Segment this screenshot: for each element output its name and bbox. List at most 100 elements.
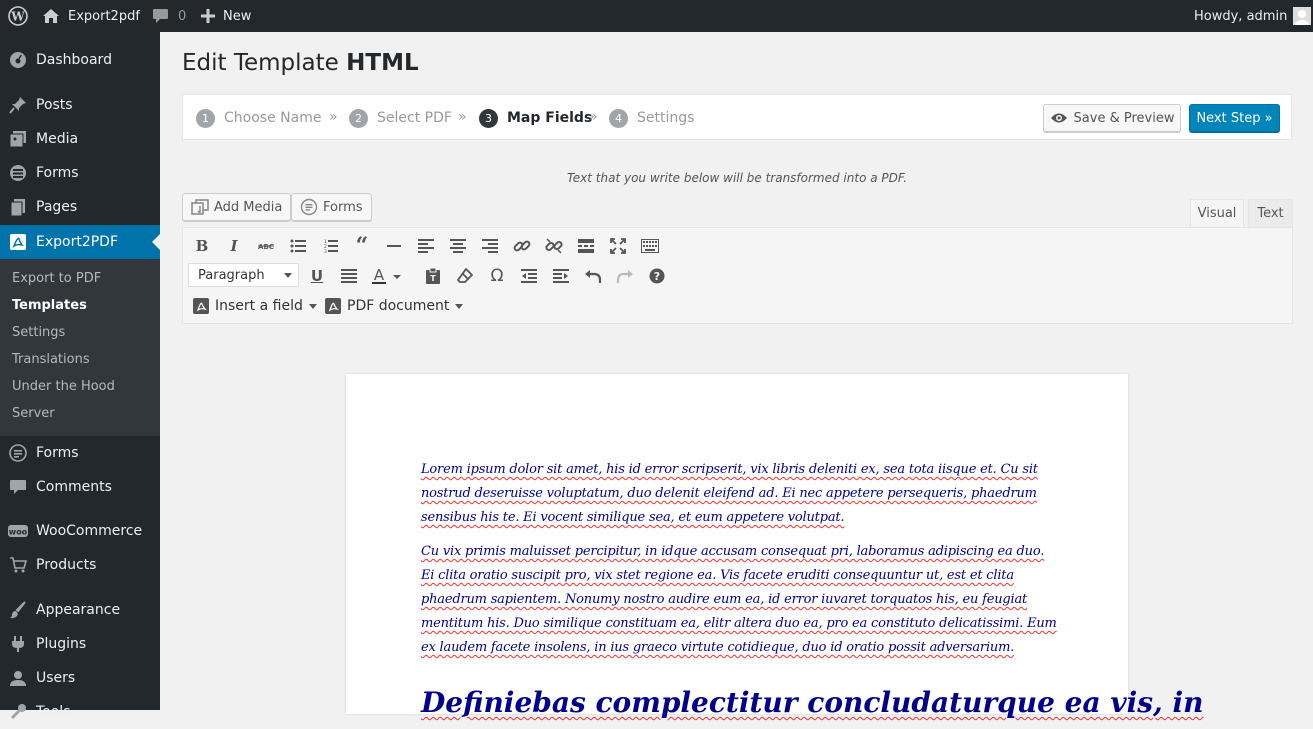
align-right-icon[interactable] [478,234,502,258]
step-label: Settings [637,110,695,126]
strikethrough-icon[interactable]: ABC [254,234,278,258]
brush-icon [0,601,36,619]
menu-tools[interactable]: Tools [0,695,160,729]
add-media-label: Add Media [214,199,283,215]
forms-icon [300,198,318,216]
menu-woocommerce[interactable]: woo WooCommerce [0,514,160,548]
paragraph[interactable]: Lorem ipsum dolor sit amet, his id error… [421,458,1061,530]
menu-label: Products [36,557,97,573]
wordpress-logo-icon[interactable]: W [8,0,28,32]
underline-icon[interactable]: U [305,264,329,288]
step-map-fields[interactable]: 3 Map Fields [479,95,592,141]
save-preview-label: Save & Preview [1073,110,1175,126]
svg-text:A: A [374,267,385,284]
italic-icon[interactable]: I [222,234,246,258]
menu-plugins[interactable]: Plugins [0,627,160,661]
submenu-under-the-hood[interactable]: Under the Hood [12,379,115,394]
justify-icon[interactable] [337,264,361,288]
menu-users[interactable]: Users [0,661,160,695]
menu-appearance[interactable]: Appearance [0,593,160,627]
unlink-icon[interactable] [542,234,566,258]
editor-toolbar: B I ABC 123 “ Paragraph U A T Ω ? Insert… [182,227,1293,324]
bold-icon[interactable]: B [190,234,214,258]
align-center-icon[interactable] [446,234,470,258]
submenu-translations[interactable]: Translations [12,352,90,367]
paste-text-icon[interactable]: T [421,264,445,288]
insert-field-dropdown[interactable]: Insert a field [193,294,317,318]
menu-label: Forms [36,445,79,461]
menu-label: Forms [36,165,79,181]
special-character-icon[interactable]: Ω [485,264,509,288]
plus-icon [201,9,215,23]
title-strong: HTML [346,50,419,76]
comment-icon [152,8,169,24]
read-more-icon[interactable] [574,234,598,258]
save-preview-button[interactable]: Save & Preview [1043,104,1181,132]
menu-label: Dashboard [36,52,112,68]
submenu-server[interactable]: Server [12,406,55,421]
indent-icon[interactable] [549,264,573,288]
redo-icon[interactable] [613,264,637,288]
pdf-icon [0,233,36,251]
submenu-templates[interactable]: Templates [12,298,87,313]
horizontal-line-icon[interactable] [382,234,406,258]
chevron-down-icon [455,303,464,309]
pdf-page[interactable]: Lorem ipsum dolor sit amet, his id error… [346,374,1204,719]
menu-pages[interactable]: Pages [0,190,160,224]
format-select[interactable]: Paragraph [188,263,299,287]
step-select-pdf[interactable]: 2 Select PDF [349,95,452,141]
link-icon[interactable] [510,234,534,258]
step-settings[interactable]: 4 Settings [609,95,694,141]
add-media-button[interactable]: Add Media [182,193,292,221]
new-content-link[interactable]: New [201,0,251,32]
help-icon[interactable]: ? [645,264,669,288]
step-number: 2 [349,108,368,128]
toolbar-toggle-icon[interactable] [638,234,662,258]
site-name-link[interactable]: Export2pdf [42,0,140,32]
outdent-icon[interactable] [517,264,541,288]
comments-link[interactable]: 0 [152,0,186,32]
menu-forms-plugin[interactable]: Forms [0,436,160,470]
svg-text:T: T [430,274,436,283]
menu-export2pdf[interactable]: Export2PDF [0,225,160,259]
clear-formatting-icon[interactable] [453,264,477,288]
undo-icon[interactable] [581,264,605,288]
chevron-down-icon [284,273,292,278]
submenu-export-to-pdf[interactable]: Export to PDF [12,271,101,286]
menu-posts[interactable]: Posts [0,88,160,122]
paragraph[interactable]: Cu vix primis maluisset percipitur, in i… [421,540,1061,660]
admin-bar: W Export2pdf 0 New Howdy, admin [0,0,1313,32]
menu-forms[interactable]: Forms [0,156,160,190]
next-step-button[interactable]: Next Step » [1189,104,1280,132]
menu-products[interactable]: Products [0,548,160,582]
database-icon [0,164,36,182]
step-label: Select PDF [377,110,452,126]
bullet-list-icon[interactable] [286,234,310,258]
menu-label: Pages [36,199,78,215]
menu-dashboard[interactable]: Dashboard [0,43,160,77]
content-heading[interactable]: Definiebas complectitur concludaturque e… [421,686,1204,719]
page-title: Edit Template HTML [182,50,419,76]
menu-comments[interactable]: Comments [0,470,160,504]
tab-text[interactable]: Text [1248,199,1293,227]
tab-visual[interactable]: Visual [1190,199,1244,227]
numbered-list-icon[interactable]: 123 [318,234,342,258]
fullscreen-icon[interactable] [606,234,630,258]
align-left-icon[interactable] [414,234,438,258]
menu-label: Tools [36,704,71,720]
menu-label: Comments [36,479,112,495]
woo-icon: woo [0,524,36,538]
text-color-icon[interactable]: A [369,264,409,288]
step-separator: » [589,109,598,125]
pdf-document-dropdown[interactable]: PDF document [325,294,464,318]
forms-button[interactable]: Forms [291,193,372,221]
step-number: 4 [609,108,628,128]
menu-media[interactable]: Media [0,122,160,156]
submenu-settings[interactable]: Settings [12,325,65,340]
step-choose-name[interactable]: 1 Choose Name [196,95,321,141]
menu-label: Users [36,670,76,686]
step-label: Choose Name [224,110,322,126]
svg-text:?: ? [654,270,660,283]
blockquote-icon[interactable]: “ [350,233,374,259]
my-account-link[interactable]: Howdy, admin [1194,0,1312,32]
